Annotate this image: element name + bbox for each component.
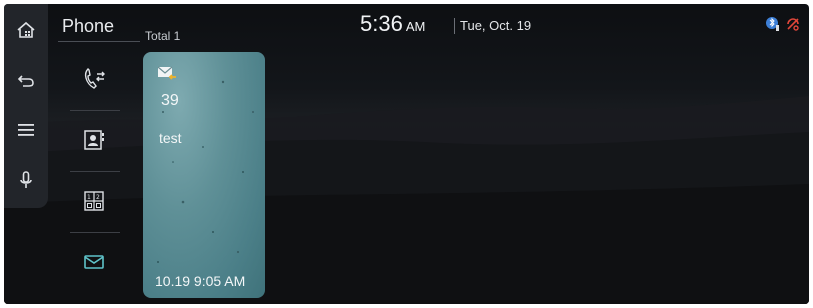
menu-divider [70, 110, 120, 111]
current-date: Tue, Oct. 19 [460, 18, 532, 33]
svg-text:2: 2 [96, 194, 100, 201]
call-history-icon [84, 68, 105, 89]
status-icons [765, 16, 801, 32]
system-rail [4, 4, 48, 208]
clock-time: 5:36 [360, 11, 403, 36]
back-icon [17, 75, 34, 87]
title-divider [58, 41, 140, 42]
svg-text:1: 1 [87, 194, 91, 201]
page-title: Phone [62, 16, 115, 36]
contacts-button[interactable] [68, 114, 120, 166]
voice-button[interactable] [4, 160, 48, 200]
clock-ampm: AM [405, 19, 426, 34]
menu-button[interactable] [4, 110, 48, 150]
back-button[interactable] [4, 60, 48, 100]
call-history-button[interactable] [68, 52, 120, 104]
infotainment-screen: Phone 1 2 Total 1 39 test 10.19 9:05 AM … [4, 4, 809, 304]
menu-icon [18, 124, 34, 136]
message-title: test [159, 130, 182, 146]
contacts-icon [84, 130, 104, 150]
new-message-icon [157, 65, 179, 88]
phone-menu-panel: Phone 1 2 [56, 4, 142, 304]
bluetooth-phone-icon [766, 17, 779, 31]
messages-icon [84, 255, 104, 269]
messages-button[interactable] [68, 236, 120, 288]
keypad-button[interactable]: 1 2 [68, 175, 120, 227]
total-count: Total 1 [145, 29, 181, 43]
home-icon [17, 21, 35, 38]
clock-divider [454, 18, 455, 34]
message-datetime: 10.19 9:05 AM [155, 273, 246, 289]
card-texture [157, 80, 254, 263]
message-card[interactable]: 39 test 10.19 9:05 AM [143, 52, 265, 298]
home-button[interactable] [4, 10, 48, 50]
clock: 5:36 AM [360, 11, 425, 37]
microphone-icon [20, 171, 32, 188]
menu-divider [70, 171, 120, 172]
no-signal-icon [787, 18, 799, 31]
menu-divider [70, 232, 120, 233]
keypad-icon: 1 2 [84, 191, 104, 211]
message-count: 39 [161, 92, 179, 109]
